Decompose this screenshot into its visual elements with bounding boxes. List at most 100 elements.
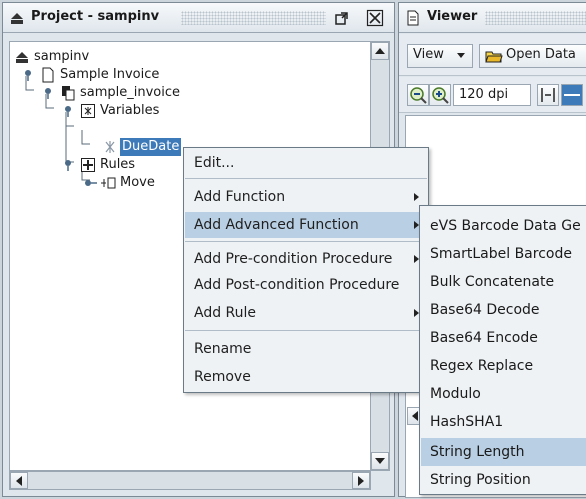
zoom-in-button[interactable] [429,84,451,106]
close-icon[interactable] [366,9,384,27]
restore-icon[interactable] [333,9,351,27]
viewer-toolbar: View Open Data [399,34,586,76]
menu-item-label: Add Post-condition Procedure [194,277,400,293]
tree-label: DueDate [120,138,182,156]
submenu-item-label: HashSHA1 [430,414,504,430]
dpi-field[interactable]: 120 dpi [453,84,531,106]
page-guide-line [436,194,586,196]
tree-label: sample_invoice [80,85,181,100]
expanded-toggle-icon[interactable] [64,157,80,173]
menu-item-label: Add Function [194,189,286,205]
scroll-down-button[interactable] [371,452,389,470]
chevron-down-icon [457,53,465,58]
tree-item-variables[interactable]: Variables [64,102,264,120]
open-data-button[interactable]: Open Data [479,44,586,68]
fit-page-button[interactable] [561,84,583,106]
tree-item-sample-invoice-child[interactable]: sample_invoice [44,84,244,102]
viewer-panel-title: Viewer [427,9,478,24]
project-icon [16,52,28,63]
menu-item-label: Edit... [194,155,235,171]
submenu-item-string-length[interactable]: String Length [421,438,586,466]
scroll-right-button[interactable] [352,472,370,489]
submenu-item-label: Regex Replace [430,358,534,374]
submenu-item-bulk-concatenate[interactable]: Bulk Concatenate [421,268,586,296]
submenu-item-base64-encode[interactable]: Base64 Encode [421,324,586,352]
submenu-item-label: String Length [430,444,525,460]
view-combo-label: View [413,47,444,62]
tree-label: sampinv [34,49,90,64]
submenu-arrow-icon [414,193,419,201]
submenu-item-label: Base64 Decode [430,302,540,318]
submenu-item-string-position[interactable]: String Position [421,466,586,494]
submenu-item-regex-replace[interactable]: Regex Replace [421,352,586,380]
tree-item-sample-invoice[interactable]: Sample Invoice [24,66,224,84]
menu-item-add-post-condition-procedure[interactable]: Add Post-condition Procedure [185,272,427,298]
menu-separator [185,241,427,242]
rules-icon [81,158,95,172]
collapsed-toggle-icon[interactable] [84,175,100,191]
context-menu: Edit... Add Function Add Advanced Functi… [183,147,429,393]
menu-item-add-rule[interactable]: Add Rule [185,300,427,326]
submenu-item-label: Modulo [430,386,481,402]
scroll-up-button[interactable] [371,42,389,60]
menu-item-label: Add Pre-condition Procedure [194,251,393,267]
project-titlebar[interactable]: Project - sampinv [3,3,394,33]
submenu-item-label: Bulk Concatenate [430,274,555,290]
menu-item-add-pre-condition-procedure[interactable]: Add Pre-condition Procedure [185,246,427,272]
menu-item-add-advanced-function[interactable]: Add Advanced Function [185,212,427,238]
document-icon [42,67,54,83]
menu-item-remove[interactable]: Remove [185,364,427,390]
submenu-item-label: eVS Barcode Data Ge [430,218,581,234]
scroll-left-button[interactable] [10,472,28,489]
zoom-out-icon [410,87,427,104]
chevron-left-icon [16,476,22,486]
viewer-titlebar[interactable]: Viewer [399,3,586,33]
variables-icon [81,104,95,118]
menu-item-label: Add Advanced Function [194,217,359,233]
expanded-toggle-icon[interactable] [24,67,40,83]
submenu-item-modulo[interactable]: Modulo [421,380,586,408]
submenu-item-base64-decode[interactable]: Base64 Decode [421,296,586,324]
tree-label: Move [120,175,155,190]
menu-item-rename[interactable]: Rename [185,336,427,362]
project-icon [11,13,23,24]
rule-icon [101,177,116,189]
menu-item-label: Rename [194,341,252,357]
fit-width-button[interactable] [537,84,559,106]
menu-item-add-function[interactable]: Add Function [185,184,427,210]
chevron-right-icon [358,476,364,486]
chevron-down-icon [375,458,385,464]
open-data-label: Open Data [506,47,576,62]
zoom-in-icon [432,87,449,104]
tree-item-sampinv[interactable]: sampinv [14,48,214,66]
submenu-item-label: SmartLabel Barcode [430,246,572,262]
fit-page-icon [564,94,580,96]
advanced-function-submenu: eVS Barcode Data Ge SmartLabel Barcode B… [419,205,586,495]
folder-open-icon [485,51,503,63]
menu-item-label: Add Rule [194,305,257,321]
tree-label: Variables [100,103,160,118]
tree-label: Sample Invoice [60,67,160,82]
menu-item-label: Remove [194,369,251,385]
submenu-item-label: String Position [430,472,531,488]
submenu-item-label: Base64 Encode [430,330,538,346]
menu-separator [185,330,427,331]
fit-width-icon [541,88,555,102]
menu-item-edit[interactable]: Edit... [185,150,427,176]
copy-document-icon [62,86,75,101]
title-grip [485,11,586,25]
project-panel-title: Project - sampinv [31,9,160,24]
title-grip [181,11,326,25]
tree-horizontal-scrollbar[interactable] [9,471,371,490]
expanded-toggle-icon[interactable] [64,103,80,119]
tree-label: Rules [100,157,136,172]
expanded-toggle-icon[interactable] [44,85,60,101]
submenu-item-evs-barcode[interactable]: eVS Barcode Data Ge [421,212,586,240]
variable-icon [105,141,115,153]
zoom-out-button[interactable] [407,84,429,106]
submenu-item-hashsha1[interactable]: HashSHA1 [421,408,586,436]
view-combo[interactable]: View [407,44,473,68]
submenu-item-smartlabel-barcode[interactable]: SmartLabel Barcode [421,240,586,268]
viewer-document-icon [407,10,419,26]
menu-separator [185,178,427,179]
